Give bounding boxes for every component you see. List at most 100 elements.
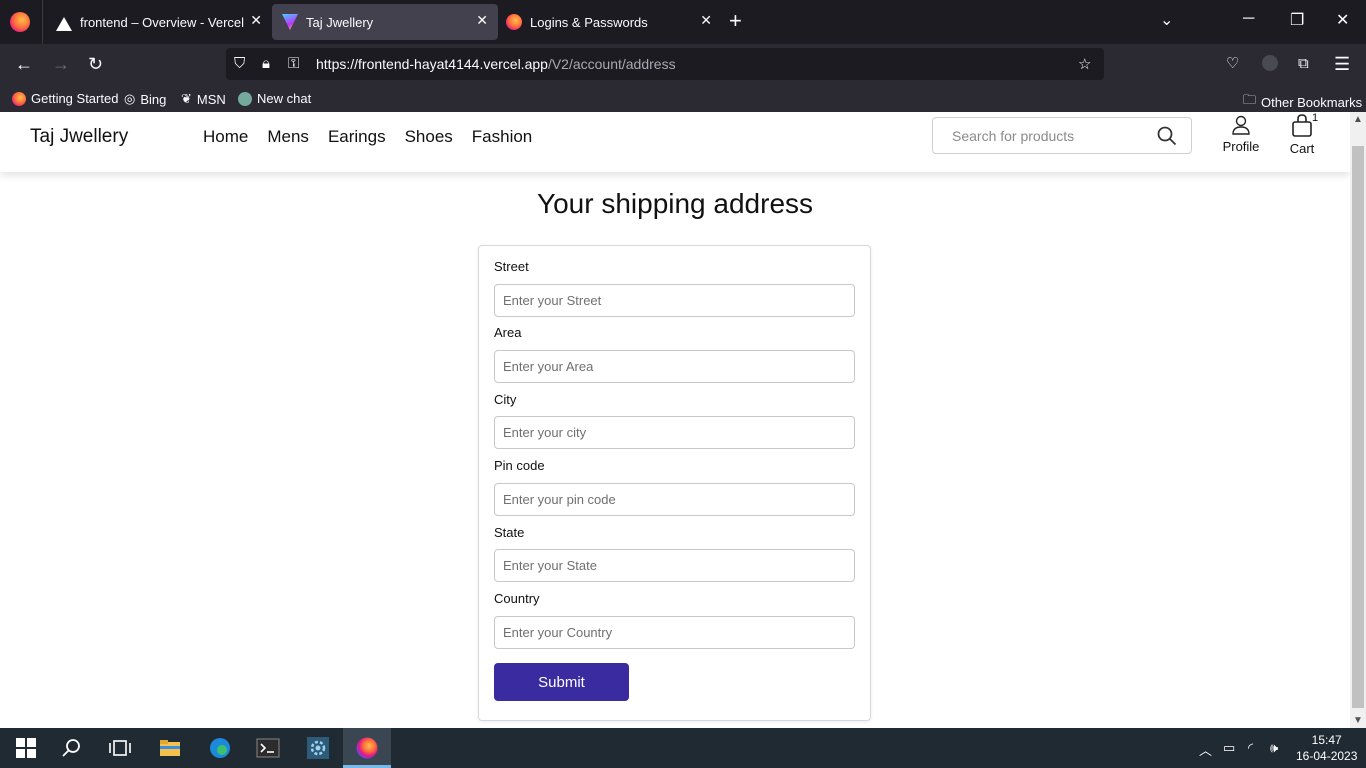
windows-start-icon[interactable]: [14, 736, 38, 760]
scroll-down-arrow-icon[interactable]: ▼: [1353, 715, 1363, 726]
task-view-icon[interactable]: [108, 736, 132, 760]
site-nav: Home Mens Earings Shoes Fashion: [203, 127, 532, 147]
site-header: Taj Jwellery Home Mens Earings Shoes Fas…: [0, 112, 1350, 172]
file-explorer-icon[interactable]: [158, 736, 182, 760]
taskbar-clock[interactable]: 15:47 16-04-2023: [1296, 732, 1357, 764]
edge-icon[interactable]: [208, 736, 232, 760]
tab-title: Taj Jwellery: [306, 14, 374, 30]
list-tabs-chevron-icon[interactable]: ⌄: [1160, 10, 1173, 30]
key-icon[interactable]: ⚿: [288, 55, 299, 72]
country-input[interactable]: [494, 616, 855, 649]
street-label: Street: [494, 259, 529, 274]
forward-icon[interactable]: →: [52, 53, 70, 75]
nav-fashion[interactable]: Fashion: [472, 127, 532, 147]
url-host: https://frontend-hayat4144.vercel.app: [316, 56, 548, 72]
folder-icon: 🗀: [1243, 92, 1257, 107]
shipping-address-form: Street Area City Pin code State Country …: [478, 245, 871, 721]
bookmark-label: New chat: [257, 91, 312, 106]
vite-icon: [282, 14, 298, 30]
show-hidden-icons-chevron-icon[interactable]: ︿: [1199, 740, 1212, 759]
bookmark-msn[interactable]: ❦ MSN: [181, 91, 226, 107]
city-input[interactable]: [494, 416, 855, 449]
area-label: Area: [494, 325, 522, 340]
vercel-icon: [56, 15, 72, 31]
lock-icon[interactable]: 🔒︎: [262, 55, 270, 72]
user-icon: [1232, 115, 1250, 135]
state-label: State: [494, 525, 525, 540]
clock-time: 15:47: [1311, 733, 1342, 747]
minimize-button[interactable]: ─: [1243, 10, 1254, 28]
menu-icon[interactable]: ☰: [1334, 53, 1350, 75]
url-path: /V2/account/address: [547, 56, 676, 72]
tab-vercel[interactable]: frontend – Overview - Vercel ✕: [46, 4, 272, 40]
new-tab-button[interactable]: +: [729, 10, 742, 32]
tab-title: frontend – Overview - Vercel: [80, 14, 245, 30]
tab-taj-jwellery[interactable]: Taj Jwellery ✕: [272, 4, 498, 40]
tab-title: Logins & Passwords: [530, 14, 648, 30]
restore-button[interactable]: ❐: [1290, 10, 1304, 30]
bookmark-label: Getting Started: [31, 91, 119, 106]
url-bar[interactable]: ⛉ 🔒︎ ⚿ https://frontend-hayat4144.vercel…: [226, 48, 1104, 80]
search-icon[interactable]: [1157, 126, 1177, 146]
bookmark-new-chat[interactable]: New chat: [238, 91, 311, 106]
profile-button[interactable]: Profile: [1222, 114, 1260, 154]
close-icon[interactable]: ✕: [250, 12, 262, 29]
other-bookmarks[interactable]: 🗀 Other Bookmarks: [1243, 91, 1362, 113]
extensions-icon[interactable]: ⧉: [1298, 53, 1309, 75]
app-gear-icon[interactable]: [306, 736, 330, 760]
scroll-up-arrow-icon[interactable]: ▲: [1353, 114, 1363, 125]
firefox-icon[interactable]: [355, 736, 379, 760]
tab-separator: [42, 0, 43, 44]
tab-logins-passwords[interactable]: Logins & Passwords ✕: [496, 4, 722, 40]
scroll-thumb[interactable]: [1352, 146, 1364, 708]
nav-shoes[interactable]: Shoes: [405, 127, 453, 147]
clock-date: 16-04-2023: [1296, 749, 1358, 763]
url-text[interactable]: https://frontend-hayat4144.vercel.app/V2…: [316, 56, 676, 72]
firefox-menu-icon[interactable]: [10, 12, 30, 32]
state-input[interactable]: [494, 549, 855, 582]
search-input[interactable]: [933, 118, 1148, 153]
nav-mens[interactable]: Mens: [267, 127, 309, 147]
page-scrollbar[interactable]: ▲ ▼: [1350, 112, 1366, 728]
close-icon[interactable]: ✕: [700, 12, 712, 29]
street-input[interactable]: [494, 284, 855, 317]
country-label: Country: [494, 591, 540, 606]
volume-icon[interactable]: 🕪︎: [1270, 740, 1278, 756]
msn-icon: ❦: [181, 91, 192, 106]
globe-icon: ◎: [124, 91, 136, 106]
pin-code-label: Pin code: [494, 458, 545, 473]
browser-tab-bar: frontend – Overview - Vercel ✕ Taj Jwell…: [0, 0, 1366, 44]
shield-icon[interactable]: ⛉: [234, 55, 245, 72]
bookmark-label: Other Bookmarks: [1261, 94, 1363, 110]
bookmark-bing[interactable]: ◎ Bing: [124, 91, 166, 107]
pocket-icon[interactable]: ♡: [1226, 53, 1239, 75]
close-window-button[interactable]: ✕: [1336, 10, 1349, 30]
close-icon[interactable]: ✕: [476, 12, 488, 29]
terminal-icon[interactable]: [256, 736, 280, 760]
area-input[interactable]: [494, 350, 855, 383]
back-icon[interactable]: ←: [15, 53, 33, 75]
windows-taskbar: ︿ ▭ ◜ 🕪︎ 15:47 16-04-2023: [0, 728, 1366, 768]
bookmark-getting-started[interactable]: Getting Started: [12, 91, 118, 106]
search-box: [932, 117, 1192, 154]
brand-logo[interactable]: Taj Jwellery: [30, 126, 128, 148]
bookmarks-bar: Getting Started ◎ Bing ❦ MSN New chat 🗀 …: [0, 84, 1366, 112]
nav-home[interactable]: Home: [203, 127, 248, 147]
bookmark-star-icon[interactable]: ☆: [1078, 55, 1091, 73]
firefox-icon: [506, 14, 522, 30]
page-viewport: Taj Jwellery Home Mens Earings Shoes Fas…: [0, 112, 1350, 728]
chatgpt-icon: [238, 91, 252, 106]
search-icon[interactable]: [60, 736, 84, 760]
browser-nav-bar: ← → ↻ ⛉ 🔒︎ ⚿ https://frontend-hayat4144.…: [0, 44, 1366, 84]
cart-label: Cart: [1289, 141, 1315, 156]
account-avatar[interactable]: [1262, 55, 1278, 71]
pin-code-input[interactable]: [494, 483, 855, 516]
bookmark-label: Bing: [140, 91, 167, 107]
wifi-icon[interactable]: ◜: [1248, 740, 1253, 756]
cart-count-badge: 1: [1312, 112, 1319, 124]
city-label: City: [494, 392, 517, 407]
battery-icon[interactable]: ▭: [1223, 740, 1235, 756]
nav-earings[interactable]: Earings: [328, 127, 386, 147]
reload-icon[interactable]: ↻: [88, 53, 103, 75]
submit-button[interactable]: Submit: [494, 663, 629, 701]
